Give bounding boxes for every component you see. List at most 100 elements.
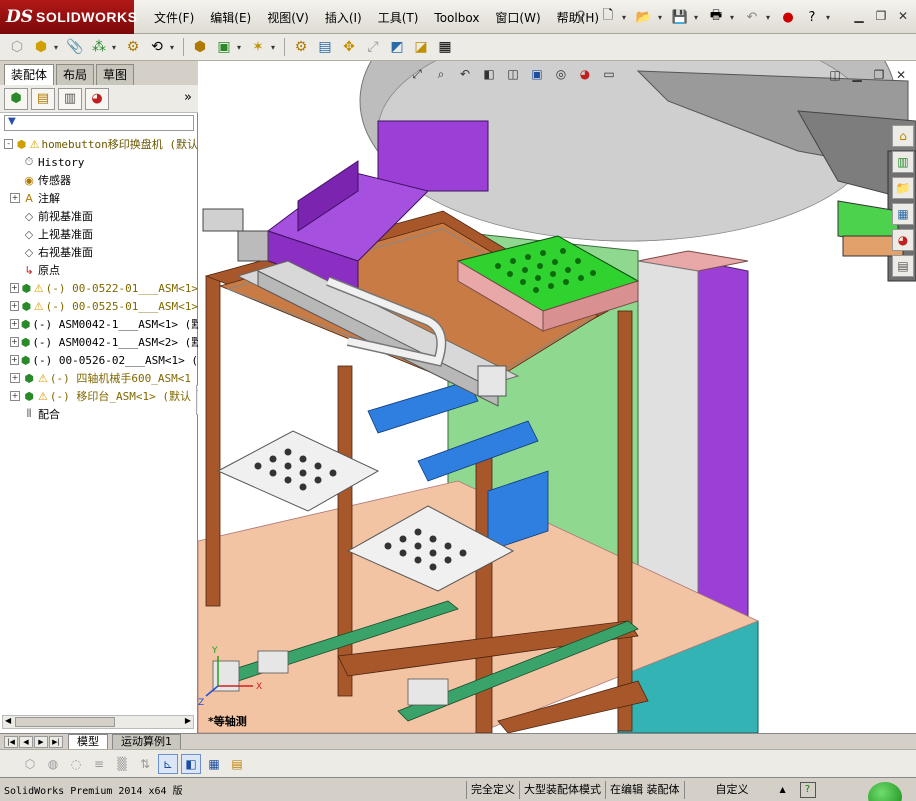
new-part-dropdown-icon[interactable]: ▾ [54, 43, 62, 52]
menu-edit[interactable]: 编辑(E) [202, 10, 259, 26]
new-document-icon[interactable]: 🗋 [598, 7, 618, 27]
prev-tab-icon[interactable]: ◀ [19, 735, 33, 748]
tab-assembly[interactable]: 装配体 [4, 64, 55, 85]
file-explorer-icon[interactable]: 📁 [892, 177, 914, 199]
save-dropdown-icon[interactable]: ▾ [694, 7, 702, 27]
new-dropdown-icon[interactable]: ▾ [622, 7, 630, 27]
mate-icon[interactable]: 📎 [64, 36, 86, 58]
smart-fasteners-icon[interactable]: ⚙ [122, 36, 144, 58]
hatch-icon[interactable]: ▒ [112, 754, 132, 774]
last-tab-icon[interactable]: ▶| [49, 735, 63, 748]
edit-appearance-icon[interactable]: ◕ [576, 65, 594, 83]
menu-toolbox[interactable]: Toolbox [426, 10, 487, 26]
units-dropdown-icon[interactable]: ▲ [780, 785, 794, 794]
show-hidden-icon[interactable]: ⬢ [189, 36, 211, 58]
shaded-edges-disabled-icon[interactable]: ◌ [66, 754, 86, 774]
linear-pattern-icon[interactable]: ⁂ [88, 36, 110, 58]
scroll-right-icon[interactable]: ▶ [185, 716, 191, 725]
apply-scene-icon[interactable]: ▭ [600, 65, 618, 83]
scroll-left-icon[interactable]: ◀ [5, 716, 11, 725]
view-orientation-icon[interactable]: ◫ [504, 65, 522, 83]
expand-toggle-icon[interactable]: + [10, 355, 19, 365]
display-manager-icon[interactable]: ◕ [85, 87, 109, 110]
design-library-icon[interactable]: ▥ [892, 151, 914, 173]
open-folder-icon[interactable]: 📂 [634, 7, 654, 27]
menu-window[interactable]: 窗口(W) [487, 10, 548, 26]
sketch-disabled-icon[interactable]: ⬡ [20, 754, 40, 774]
previous-view-icon[interactable]: ↶ [456, 65, 474, 83]
explode-line-sketch-icon[interactable]: ⤢ [362, 36, 384, 58]
section-view-icon[interactable]: ◧ [480, 65, 498, 83]
tree-node[interactable]: ◇ 上视基准面 [0, 225, 198, 243]
tree-node[interactable]: ◇ 前视基准面 [0, 207, 198, 225]
assembly-features-icon[interactable]: ▣ [213, 36, 235, 58]
tree-node[interactable]: - ⬢ ⚠ homebutton移印换盘机 (默认 [0, 135, 198, 153]
hide-show-items-icon[interactable]: ◎ [552, 65, 570, 83]
axis-view-icon[interactable]: ⊾ [158, 753, 178, 774]
filter-icon[interactable]: ▼ [8, 116, 16, 127]
expand-toggle-icon[interactable]: - [4, 139, 14, 149]
print-icon[interactable]: 🖶 [706, 7, 726, 27]
solidworks-resources-icon[interactable]: ⌂ [892, 125, 914, 147]
bill-of-materials-icon[interactable]: ▤ [314, 36, 336, 58]
expand-toggle-icon[interactable]: + [10, 391, 20, 401]
expand-toggle-icon[interactable]: + [10, 337, 19, 347]
units-selector[interactable]: 自定义 [683, 780, 780, 799]
pin-menu-icon[interactable]: ⚲ [576, 9, 590, 25]
new-motion-study-icon[interactable]: ⚙ [290, 36, 312, 58]
menu-tools[interactable]: 工具(T) [370, 10, 427, 26]
tab-motion-study[interactable]: 运动算例1 [112, 733, 181, 750]
rebuild-traffic-light-icon[interactable]: ● [778, 7, 798, 27]
instant-3d-icon[interactable]: ◪ [410, 36, 432, 58]
tree-node[interactable]: ◇ 右视基准面 [0, 243, 198, 261]
pane-horizontal-scrollbar[interactable]: ◀ ▶ [2, 715, 194, 729]
configuration-manager-icon[interactable]: ▥ [58, 87, 82, 110]
lines-icon[interactable]: ≡ [89, 754, 109, 774]
bom-view-icon[interactable]: ▤ [227, 754, 247, 774]
scroll-thumb[interactable] [15, 717, 115, 727]
graphics-area[interactable]: X Y Z ⤢ ⌕ ↶ ◧ ◫ ▣ ◎ ◕ ▭ ◫ ▁ ❐ ✕ ⌂ ▥ 📁 ▦ … [198, 61, 916, 733]
menu-view[interactable]: 视图(V) [259, 10, 317, 26]
view-palette-icon[interactable]: ▦ [892, 203, 914, 225]
undo-dropdown-icon[interactable]: ▾ [766, 7, 774, 27]
help-icon[interactable]: ? [802, 7, 822, 27]
doc-close-icon[interactable]: ✕ [892, 67, 910, 83]
tree-node[interactable]: + ⬢ ⚠ (-) 移印台_ASM<1> (默认 [0, 387, 198, 405]
tree-node[interactable]: + ⬢ ⚠ (-) 四轴机械手600_ASM<1 [0, 369, 198, 387]
table-view-icon[interactable]: ▦ [204, 754, 224, 774]
appearances-icon[interactable]: ◕ [892, 229, 914, 251]
tree-node[interactable]: ↳ 原点 [0, 261, 198, 279]
large-assembly-mode-icon[interactable]: ▦ [434, 36, 456, 58]
tab-layout[interactable]: 布局 [56, 64, 95, 85]
insert-component-icon[interactable]: ⬡ [6, 36, 28, 58]
tree-node[interactable]: + ⬢ (-) ASM0042-1___ASM<2> (默 [0, 333, 198, 351]
first-tab-icon[interactable]: |◀ [4, 735, 18, 748]
open-dropdown-icon[interactable]: ▾ [658, 7, 666, 27]
tree-node[interactable]: ⏱ History [0, 153, 198, 171]
tree-filter-input[interactable]: ▼ [4, 115, 194, 131]
help-dropdown-icon[interactable]: ▾ [826, 7, 834, 27]
save-icon[interactable]: 💾 [670, 7, 690, 27]
menu-file[interactable]: 文件(F) [146, 10, 202, 26]
tree-node[interactable]: ⫴ 配合 [0, 405, 198, 423]
zoom-to-area-icon[interactable]: ⌕ [432, 65, 450, 83]
print-dropdown-icon[interactable]: ▾ [730, 7, 738, 27]
menu-insert[interactable]: 插入(I) [317, 10, 370, 26]
zoom-to-fit-icon[interactable]: ⤢ [408, 65, 426, 83]
feature-manager-tree-icon[interactable]: ⬢ [4, 87, 28, 110]
reference-dropdown-icon[interactable]: ▾ [271, 43, 279, 52]
tree-node[interactable]: + ⬢ ⚠ (-) 00-0525-01___ASM<1> [0, 297, 198, 315]
interference-detection-icon[interactable]: ◩ [386, 36, 408, 58]
move-dropdown-icon[interactable]: ▾ [170, 43, 178, 52]
custom-properties-icon[interactable]: ▤ [892, 255, 914, 277]
exploded-view-icon[interactable]: ✥ [338, 36, 360, 58]
solidworks-logo[interactable]: DS SOLIDWORKS [0, 0, 137, 34]
tab-model[interactable]: 模型 [68, 733, 108, 750]
move-component-icon[interactable]: ⟲ [146, 36, 168, 58]
property-manager-icon[interactable]: ▤ [31, 87, 55, 110]
tree-node[interactable]: ◉ 传感器 [0, 171, 198, 189]
doc-minimize-icon[interactable]: ▁ [848, 67, 866, 83]
doc-restore-icon[interactable]: ❐ [870, 67, 888, 83]
tab-sketch[interactable]: 草图 [96, 64, 135, 85]
minimize-icon[interactable]: ▁ [850, 8, 868, 24]
